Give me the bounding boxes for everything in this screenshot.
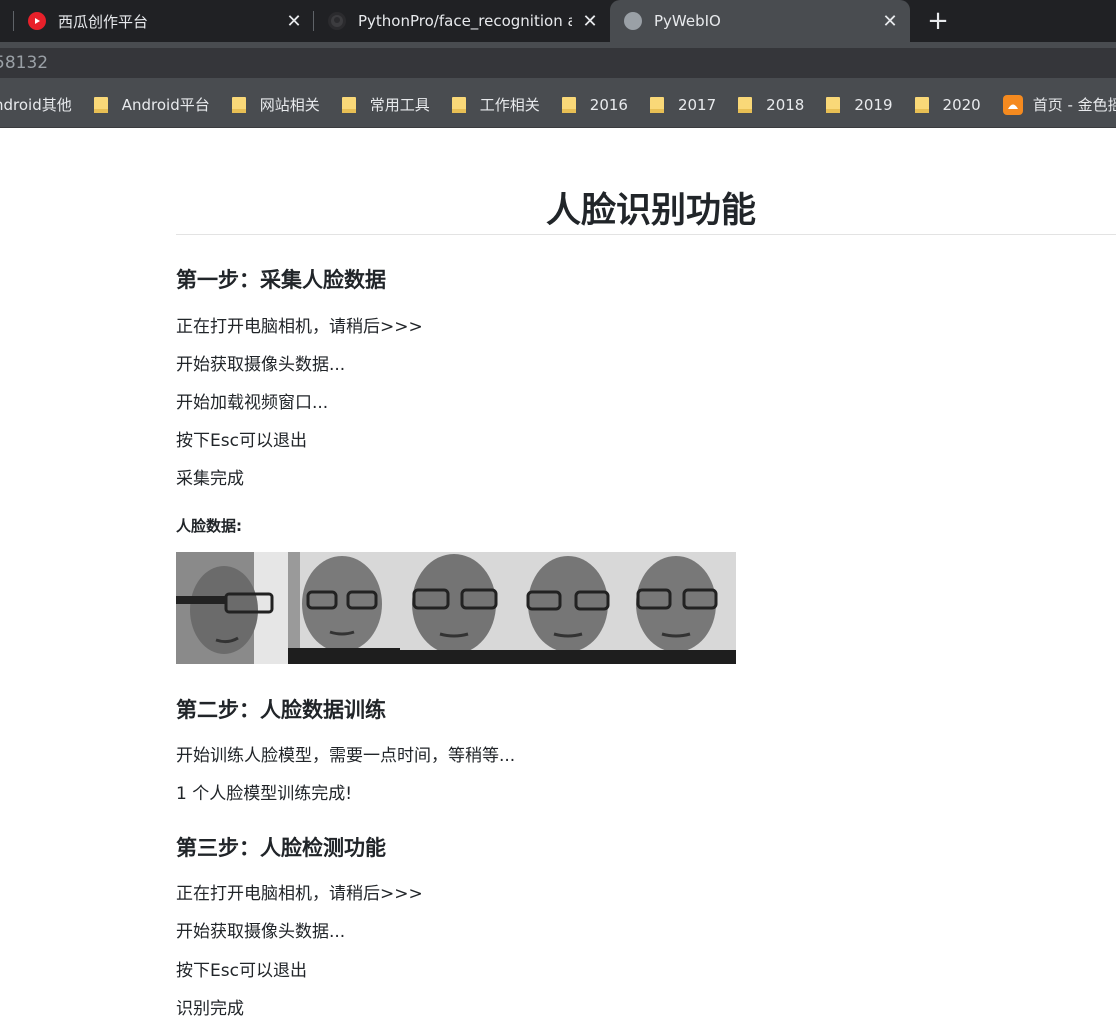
bookmark-2016[interactable]: 2016 (561, 95, 628, 114)
bookmarks-bar: ndroid其他 Android平台 网站相关 常用工具 工作相关 2016 2… (0, 82, 1116, 128)
step1-line: 采集完成 (176, 469, 244, 489)
folder-icon (451, 96, 466, 113)
step3-line: 按下Esc可以退出 (176, 961, 307, 981)
step3-line: 正在打开电脑相机，请稍后>>> (176, 884, 423, 904)
bookmark-label: 网站相关 (259, 96, 320, 114)
address-bar[interactable]: 58132 (0, 48, 1116, 78)
close-tab-icon[interactable]: ✕ (880, 11, 900, 32)
folder-icon (341, 96, 356, 113)
folder-icon (826, 96, 841, 113)
bookmark-label: Android平台 (121, 96, 210, 114)
tab-pywebio[interactable]: PyWebIO ✕ (610, 0, 910, 42)
step1-line: 按下Esc可以退出 (176, 431, 307, 451)
toolbar: 58132 (0, 42, 1116, 82)
bookmark-label: 2019 (854, 95, 893, 114)
step3-line: 识别完成 (176, 999, 244, 1019)
tab-separator (313, 11, 314, 31)
bookmark-label: 首页 - 金色摇 (1032, 96, 1116, 114)
step2-line: 开始训练人脸模型，需要一点时间，等稍等... (176, 746, 516, 766)
step1-line: 正在打开电脑相机，请稍后>>> (176, 317, 423, 337)
step1-heading: 第一步：采集人脸数据 (176, 268, 386, 292)
tab-separator (13, 11, 14, 31)
face-image (400, 552, 512, 664)
folder-icon (649, 96, 664, 113)
bookmark-label: 工作相关 (479, 96, 540, 114)
bookmark-work[interactable]: 工作相关 (451, 94, 540, 115)
folder-icon (914, 96, 929, 113)
bookmark-android-other[interactable]: ndroid其他 (0, 94, 72, 115)
step3-heading: 第三步：人脸检测功能 (176, 836, 386, 860)
face-gallery (176, 552, 736, 664)
close-tab-icon[interactable]: ✕ (284, 11, 304, 32)
folder-icon (561, 96, 576, 113)
github-icon (328, 12, 346, 30)
face-image (624, 552, 736, 664)
step1-line: 开始获取摄像头数据... (176, 355, 346, 375)
tab-xigua[interactable]: 西瓜创作平台 ✕ (28, 0, 304, 42)
bookmark-homepage[interactable]: 首页 - 金色摇 (1002, 94, 1116, 115)
step3-line: 开始获取摄像头数据... (176, 922, 346, 942)
bookmark-website[interactable]: 网站相关 (231, 94, 320, 115)
step2-line: 1 个人脸模型训练完成! (176, 784, 353, 804)
folder-icon (93, 96, 108, 113)
tab-title: PythonPro/face_recognition at (358, 12, 572, 30)
bookmark-2018[interactable]: 2018 (738, 96, 804, 114)
step1-line: 开始加载视频窗口... (176, 393, 329, 413)
browser-tab-strip: 西瓜创作平台 ✕ PythonPro/face_recognition at ✕… (0, 0, 1116, 42)
title-divider (176, 234, 1116, 235)
tab-title: PyWebIO (654, 12, 721, 30)
bookmark-2017[interactable]: 2017 (649, 95, 717, 114)
bookmark-label: 2020 (942, 95, 981, 114)
face-image (176, 552, 288, 664)
bookmark-label: 2016 (589, 95, 628, 114)
bookmark-label: 常用工具 (369, 96, 430, 114)
new-tab-button[interactable]: + (924, 6, 952, 36)
faces-label: 人脸数据: (176, 517, 242, 535)
folder-icon (738, 96, 753, 113)
xigua-icon (28, 12, 46, 30)
face-image (288, 552, 400, 664)
bookmark-2020[interactable]: 2020 (914, 95, 981, 114)
folder-icon (231, 96, 246, 113)
bookmark-android-platform[interactable]: Android平台 (93, 94, 210, 115)
page-title: 人脸识别功能 (546, 191, 757, 231)
bookmark-2019[interactable]: 2019 (826, 95, 893, 114)
bookmark-label: ndroid其他 (0, 96, 72, 114)
close-tab-icon[interactable]: ✕ (580, 11, 600, 32)
globe-icon (624, 12, 642, 30)
bookmark-tools[interactable]: 常用工具 (341, 94, 430, 115)
face-image (512, 552, 624, 664)
bookmark-label: 2018 (766, 95, 805, 114)
site-icon (1002, 94, 1023, 115)
step2-heading: 第二步：人脸数据训练 (176, 698, 386, 722)
address-text: 58132 (0, 53, 49, 73)
tab-title: 西瓜创作平台 (58, 12, 149, 31)
tab-github[interactable]: PythonPro/face_recognition at ✕ (328, 0, 600, 42)
bookmark-label: 2017 (677, 95, 717, 114)
